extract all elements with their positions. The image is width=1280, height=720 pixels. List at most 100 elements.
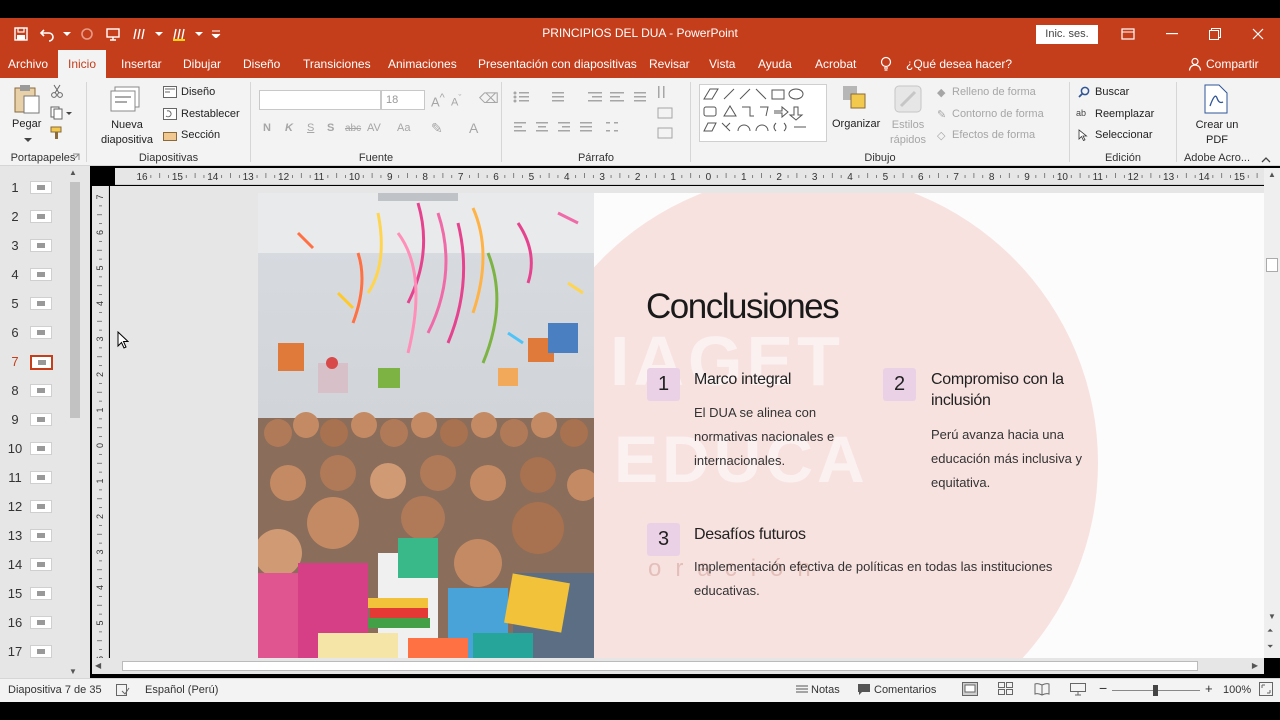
slide-thumbnail-preview[interactable] bbox=[30, 181, 52, 194]
tab-ayuda[interactable]: Ayuda bbox=[758, 50, 792, 78]
tab-inicio[interactable]: Inicio bbox=[58, 50, 107, 78]
slide-scroll-thumb[interactable] bbox=[1266, 258, 1278, 272]
scroll-left-icon[interactable]: ◀ bbox=[95, 661, 101, 670]
slide-thumbnail-preview[interactable] bbox=[30, 355, 53, 370]
select-button[interactable]: Seleccionar bbox=[1095, 129, 1152, 141]
slide-thumbnail-preview[interactable] bbox=[30, 413, 52, 426]
tell-me-search[interactable]: ¿Qué desea hacer? bbox=[906, 50, 1012, 78]
shapes-gallery[interactable] bbox=[699, 84, 827, 142]
item-body[interactable]: Implementación efectiva de políticas en … bbox=[694, 555, 1074, 603]
reading-view-icon[interactable] bbox=[1034, 682, 1050, 699]
zoom-out-icon[interactable]: − bbox=[1099, 680, 1107, 696]
scroll-down-icon[interactable]: ▼ bbox=[69, 667, 77, 676]
tab-revisar[interactable]: Revisar bbox=[649, 50, 690, 78]
font-color-icon[interactable]: A bbox=[469, 120, 478, 136]
slide-thumbnail-preview[interactable] bbox=[30, 587, 52, 600]
slide-vertical-scrollbar[interactable]: ▲ ▼ ⏶ ⏷ bbox=[1264, 168, 1280, 658]
reset-button[interactable]: Restablecer bbox=[181, 108, 240, 120]
zoom-slider-thumb[interactable] bbox=[1153, 685, 1158, 696]
grow-font-icon[interactable]: A^ bbox=[431, 92, 445, 109]
cut-icon[interactable] bbox=[50, 84, 64, 101]
minimize-icon[interactable] bbox=[1152, 18, 1192, 50]
tab-diseno[interactable]: Diseño bbox=[243, 50, 280, 78]
layout-button[interactable]: Diseño bbox=[181, 86, 215, 98]
sign-in-button[interactable]: Inic. ses. bbox=[1036, 25, 1098, 44]
item-heading[interactable]: Marco integral bbox=[694, 369, 791, 390]
tab-transiciones[interactable]: Transiciones bbox=[303, 50, 371, 78]
slide-thumbnail-preview[interactable] bbox=[30, 616, 52, 629]
thumbnails-scrollbar[interactable]: ▲ ▼ bbox=[68, 168, 82, 676]
comments-button[interactable]: Comentarios bbox=[874, 684, 936, 696]
fit-to-window-icon[interactable] bbox=[1259, 682, 1273, 699]
zoom-in-icon[interactable]: + bbox=[1205, 681, 1213, 696]
scroll-up-icon[interactable]: ▲ bbox=[1268, 170, 1276, 179]
slide-thumbnail-preview[interactable] bbox=[30, 500, 52, 513]
clear-formatting-icon[interactable]: ⌫ bbox=[479, 90, 499, 107]
item-heading[interactable]: Compromiso con la inclusión bbox=[931, 369, 1091, 411]
zoom-level[interactable]: 100% bbox=[1223, 684, 1251, 696]
shrink-font-icon[interactable]: Aˇ bbox=[451, 93, 461, 109]
slide-thumbnail-preview[interactable] bbox=[30, 239, 52, 252]
scroll-right-icon[interactable]: ▶ bbox=[1252, 661, 1258, 670]
underline-button[interactable]: S bbox=[307, 122, 314, 134]
shape-fill-icon[interactable]: ◆ bbox=[937, 86, 945, 99]
slide-thumbnail-preview[interactable] bbox=[30, 442, 52, 455]
slide-thumbnail-preview[interactable] bbox=[30, 384, 52, 397]
tab-insertar[interactable]: Insertar bbox=[121, 50, 162, 78]
slide-thumbnail-preview[interactable] bbox=[30, 326, 52, 339]
clipboard-launcher-icon[interactable] bbox=[72, 152, 80, 164]
scroll-up-icon[interactable]: ▲ bbox=[69, 168, 77, 177]
slide-thumbnail-preview[interactable] bbox=[30, 471, 52, 484]
classroom-photo[interactable] bbox=[258, 193, 599, 658]
slide-thumbnail-preview[interactable] bbox=[30, 210, 52, 223]
bullets-icon[interactable] bbox=[512, 90, 662, 107]
restore-icon[interactable] bbox=[1195, 18, 1235, 50]
shape-outline-icon[interactable]: ✎ bbox=[937, 108, 946, 121]
change-case-button[interactable]: Aa bbox=[397, 122, 410, 134]
slide-counter[interactable]: Diapositiva 7 de 35 bbox=[8, 684, 102, 696]
new-slide-button[interactable]: Nueva diapositiva bbox=[97, 118, 157, 148]
item-body[interactable]: El DUA se alinea con normativas nacional… bbox=[694, 401, 874, 473]
highlight-color-icon[interactable]: ✎ bbox=[431, 120, 443, 137]
alignment-icons[interactable] bbox=[514, 120, 624, 137]
spellcheck-icon[interactable] bbox=[116, 684, 130, 699]
arrange-icon[interactable] bbox=[841, 84, 871, 117]
paste-dropdown-icon[interactable] bbox=[24, 134, 32, 146]
slide-canvas[interactable]: IAGET EDUCA oración Conclusiones 1 Marco… bbox=[258, 193, 1264, 658]
tab-presentacion[interactable]: Presentación con diapositivas bbox=[478, 50, 637, 78]
quick-styles-button[interactable]: Estilos rápidos bbox=[889, 118, 927, 148]
item-body[interactable]: Perú avanza hacia una educación más incl… bbox=[931, 423, 1101, 495]
create-pdf-button[interactable]: Crear un PDF bbox=[1189, 118, 1245, 148]
shape-outline-button[interactable]: Contorno de forma bbox=[952, 108, 1044, 120]
format-painter-icon[interactable] bbox=[50, 126, 64, 143]
item-heading[interactable]: Desafíos futuros bbox=[694, 524, 806, 545]
slide-thumbnail-preview[interactable] bbox=[30, 268, 52, 281]
find-button[interactable]: Buscar bbox=[1095, 86, 1129, 98]
tab-archivo[interactable]: Archivo bbox=[8, 50, 48, 78]
slideshow-view-icon[interactable] bbox=[1070, 682, 1086, 699]
new-slide-icon[interactable] bbox=[109, 84, 141, 115]
shape-fill-button[interactable]: Relleno de forma bbox=[952, 86, 1036, 98]
shape-effects-button[interactable]: Efectos de forma bbox=[952, 129, 1035, 141]
tab-acrobat[interactable]: Acrobat bbox=[815, 50, 856, 78]
slide-thumbnail-preview[interactable] bbox=[30, 645, 52, 658]
horizontal-scroll-thumb[interactable] bbox=[122, 661, 1198, 671]
slide-title[interactable]: Conclusiones bbox=[646, 287, 840, 327]
previous-slide-icon[interactable]: ⏶ bbox=[1267, 626, 1273, 636]
share-button[interactable]: Compartir bbox=[1206, 50, 1259, 78]
ribbon-display-options-icon[interactable] bbox=[1108, 18, 1148, 50]
strikethrough-button[interactable]: abc bbox=[345, 123, 361, 134]
tab-dibujar[interactable]: Dibujar bbox=[183, 50, 221, 78]
close-icon[interactable] bbox=[1238, 18, 1278, 50]
arrange-button[interactable]: Organizar bbox=[832, 118, 880, 130]
thumbnails-scroll-thumb[interactable] bbox=[70, 182, 80, 418]
slide-thumbnail-preview[interactable] bbox=[30, 297, 52, 310]
paste-icon[interactable] bbox=[13, 84, 41, 117]
create-pdf-icon[interactable] bbox=[1203, 84, 1229, 117]
tab-animaciones[interactable]: Animaciones bbox=[388, 50, 457, 78]
paste-button[interactable]: Pegar bbox=[12, 118, 41, 130]
shadow-button[interactable]: S bbox=[327, 122, 334, 134]
next-slide-icon[interactable]: ⏷ bbox=[1267, 642, 1273, 652]
copy-icon[interactable] bbox=[50, 106, 72, 123]
scroll-down-icon[interactable]: ▼ bbox=[1268, 612, 1276, 621]
